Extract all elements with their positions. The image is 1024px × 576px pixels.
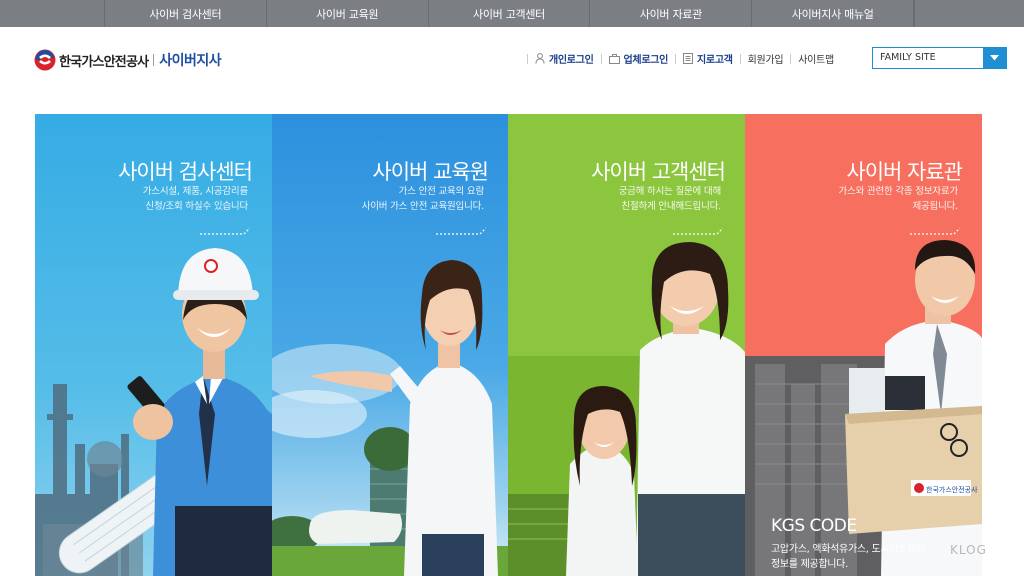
topnav-item-inspection[interactable]: 사이버 검사센터 [105,0,267,27]
giro-customer-label: 지로고객 [697,55,733,66]
banner-panel-customer[interactable]: 사이버 고객센터 궁금해 하시는 질문에 대해 친절하게 안내해드립니다. [508,114,745,576]
company-login-label: 업체로그인 [623,55,669,66]
box-label: 한국가스안전공사 [926,485,978,494]
document-icon [683,53,694,64]
personal-login-link[interactable]: 개인로그인 [535,51,594,66]
briefcase-icon [608,53,620,64]
kgs-desc-line: 고압가스, 액화석유가스, 도시가스등의 [771,544,925,555]
panel-desc-line: 가스와 관련한 각종 정보자료가 [838,186,959,197]
panel-desc-line: 제공됩니다. [912,201,958,212]
panel-title: 사이버 검사센터 [118,160,253,184]
dotted-arrow-icon [910,227,960,235]
divider [675,53,677,64]
giro-customer-link[interactable]: 지로고객 [683,51,733,66]
kgs-code-description: 고압가스, 액화석유가스, 도시가스등의 정보를 제공합니다. [771,542,925,572]
kgs-desc-line: 정보를 제공합니다. [771,559,848,570]
panel-description: 가스시설, 제품, 시공감리를 신청/조회 하실수 있습니다 [143,184,248,214]
watermark: KLOG [950,543,987,557]
logo-org-name: 한국가스안전공사 [59,54,149,70]
sitemap-link[interactable]: 사이트맵 [798,51,834,66]
topnav-item-customer[interactable]: 사이버 고객센터 [429,0,591,27]
banner-panel-education[interactable]: 사이버 교육원 가스 안전 교육의 요람 사이버 가스 안전 교육원입니다. [272,114,508,576]
panel-desc-line: 가스 안전 교육의 요람 [398,186,485,197]
person-icon [535,53,545,64]
topnav-spacer [0,0,105,27]
family-site-select[interactable]: FAMILY SITE [872,47,1007,69]
topnav-item-archive[interactable]: 사이버 자료관 [590,0,753,27]
main-banner: 사이버 검사센터 가스시설, 제품, 시공감리를 신청/조회 하실수 있습니다 [35,114,982,576]
divider [527,53,528,64]
utility-links: 개인로그인 업체로그인 지로고객 회원가입 사이트맵 [520,51,834,66]
panel-desc-line: 궁금해 하시는 질문에 대해 [618,186,722,197]
banner-panel-inspection[interactable]: 사이버 검사센터 가스시설, 제품, 시공감리를 신청/조회 하실수 있습니다 [35,114,272,576]
panel-desc-line: 친절하게 안내해드립니다. [621,201,721,212]
topnav-item-education[interactable]: 사이버 교육원 [267,0,429,27]
topnav-item-manual[interactable]: 사이버지사 매뉴얼 [752,0,915,27]
panel-desc-line: 가스시설, 제품, 시공감리를 [142,186,248,197]
panel-desc-line: 신청/조회 하실수 있습니다 [145,201,248,212]
company-login-link[interactable]: 업체로그인 [608,51,669,66]
kgs-logo-icon [34,49,56,71]
divider [600,53,602,64]
panel-desc-line: 사이버 가스 안전 교육원입니다. [361,201,485,212]
kgs-code-title[interactable]: KGS CODE [771,516,857,536]
panel-title: 사이버 교육원 [372,160,489,184]
chevron-down-icon[interactable] [983,48,1006,68]
panel-description: 가스와 관련한 각종 정보자료가 제공됩니다. [838,184,959,214]
panel-description: 가스 안전 교육의 요람 사이버 가스 안전 교육원입니다. [361,184,485,214]
divider [790,53,792,64]
logo-subtitle: 사이버지사 [159,53,222,69]
dotted-arrow-icon [436,227,486,235]
logo-divider [153,54,155,66]
topnav-spacer [914,0,1024,27]
site-logo[interactable]: 한국가스안전공사 사이버지사 [34,49,222,71]
panel-description: 궁금해 하시는 질문에 대해 친절하게 안내해드립니다. [618,184,722,214]
site-header: 한국가스안전공사 사이버지사 개인로그인 업체로그인 지로고객 회원가입 사이트… [0,27,1024,87]
panel-title: 사이버 자료관 [846,160,963,184]
dotted-arrow-icon [673,227,723,235]
dotted-arrow-icon [200,227,250,235]
signup-link[interactable]: 회원가입 [748,51,784,66]
personal-login-label: 개인로그인 [549,55,594,66]
top-navigation: 사이버 검사센터 사이버 교육원 사이버 고객센터 사이버 자료관 사이버지사 … [0,0,1024,27]
family-site-label: FAMILY SITE [880,52,936,63]
banner-panel-archive[interactable]: 한국가스안전공사 사이버 자료관 가스와 관련한 각종 정보자료가 제공됩니다.… [745,114,982,576]
divider [739,53,741,64]
panel-title: 사이버 고객센터 [591,160,726,184]
